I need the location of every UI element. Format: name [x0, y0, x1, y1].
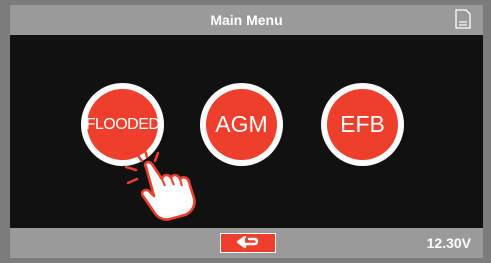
agm-button-face: AGM	[206, 89, 277, 160]
return-arrow-icon	[236, 236, 259, 249]
efb-button-label: EFB	[340, 111, 385, 137]
agm-button[interactable]: AGM	[200, 83, 283, 166]
efb-button-face: EFB	[327, 89, 398, 160]
back-button[interactable]	[220, 233, 276, 253]
flooded-button-label: FLOODED	[85, 115, 160, 133]
efb-button[interactable]: EFB	[321, 83, 404, 166]
voltage-readout: 12.30V	[426, 235, 471, 251]
device-screen: Main Menu FLOODED AGM EFB 12.30V	[0, 0, 491, 263]
sd-card-icon	[455, 9, 471, 29]
menu-panel: FLOODED AGM EFB	[10, 35, 483, 228]
footer-bar: 12.30V	[10, 228, 483, 258]
agm-button-label: AGM	[215, 111, 268, 137]
header-bar: Main Menu	[10, 5, 483, 35]
tap-hand-icon	[124, 145, 196, 221]
page-title: Main Menu	[210, 12, 283, 28]
